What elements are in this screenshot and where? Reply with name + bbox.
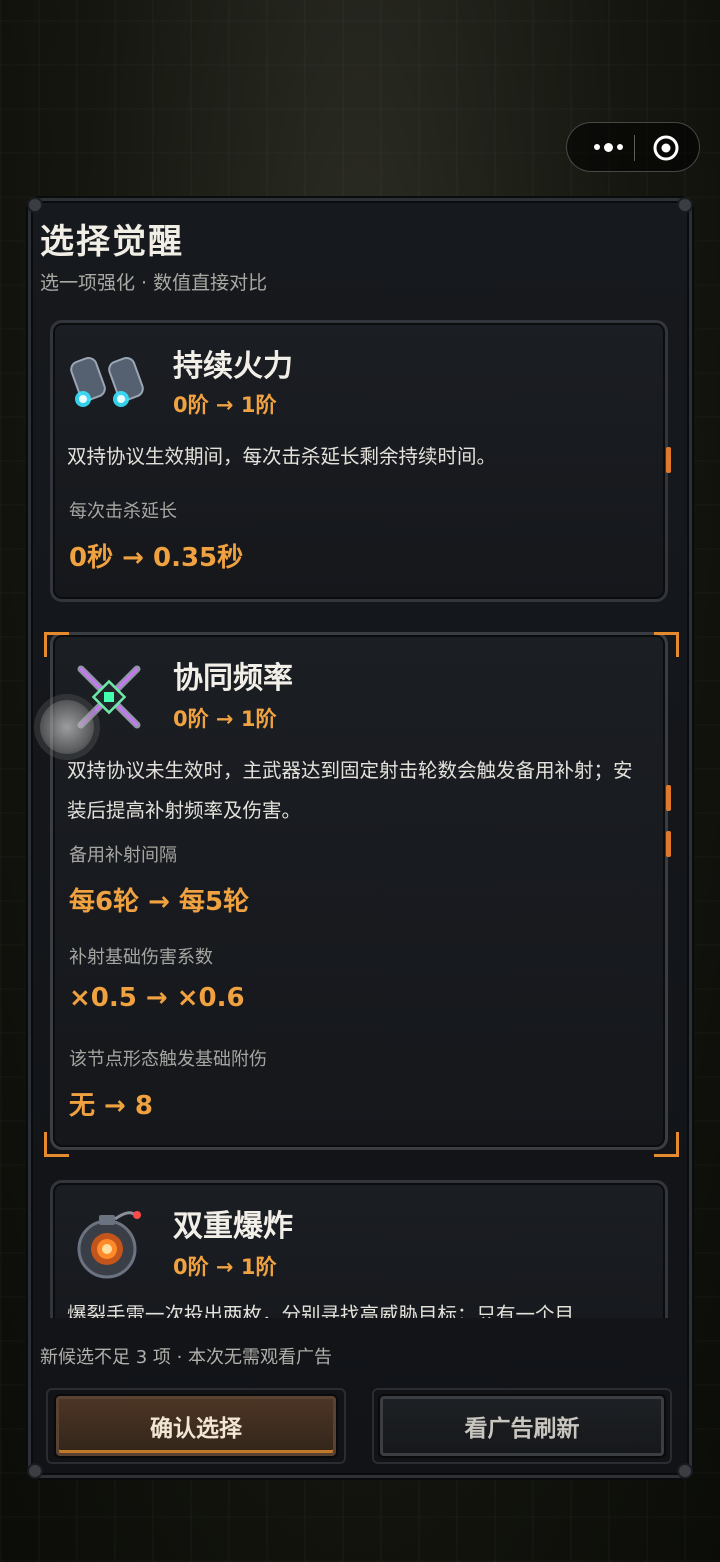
card-level: 0阶 → 1阶 <box>173 707 277 731</box>
stat-value: 无 → 8 <box>69 1091 153 1121</box>
card-edge-light <box>666 831 671 857</box>
card-name: 持续火力 <box>173 349 293 384</box>
page-title: 选择觉醒 <box>40 222 184 262</box>
card-scroll-clip: 双重爆炸 0阶 → 1阶 爆裂手雷一次投出两枚，分别寻找高威胁目标；只有一个目 <box>44 1178 676 1318</box>
stat-label: 每次击杀延长 <box>69 501 177 522</box>
confirm-button[interactable]: 确认选择 <box>56 1396 336 1456</box>
card-description: 双持协议未生效时，主武器达到固定射击轮数会触发备用补射；安装后提高补射频率及伤害… <box>67 759 633 822</box>
stat-value: ×0.5 → ×0.6 <box>69 983 245 1013</box>
card-edge-light <box>666 447 671 473</box>
awakening-card-3[interactable]: 双重爆炸 0阶 → 1阶 爆裂手雷一次投出两枚，分别寻找高威胁目标；只有一个目 <box>50 1180 668 1318</box>
watch-ad-refresh-button[interactable]: 看广告刷新 <box>380 1396 664 1456</box>
stat-label: 该节点形态触发基础附伤 <box>69 1049 267 1070</box>
selection-bracket <box>44 1132 69 1157</box>
candidate-note: 新候选不足 3 项 · 本次无需观看广告 <box>40 1347 333 1368</box>
close-miniprogram-icon[interactable] <box>651 133 681 163</box>
selection-bracket <box>654 632 679 657</box>
stat-label: 补射基础伤害系数 <box>69 947 213 968</box>
page-subtitle: 选一项强化 · 数值直接对比 <box>40 272 268 294</box>
grenade-icon <box>77 1211 141 1279</box>
panel-rivet <box>677 1463 693 1479</box>
card-name: 双重爆炸 <box>173 1209 293 1244</box>
card-name: 协同频率 <box>173 661 293 696</box>
stat-label: 备用补射间隔 <box>69 845 177 866</box>
panel-rivet <box>27 197 43 213</box>
stat-value: 0秒 → 0.35秒 <box>69 543 244 573</box>
card-level: 0阶 → 1阶 <box>173 1255 277 1279</box>
card-description: 爆裂手雷一次投出两枚，分别寻找高威胁目标；只有一个目 <box>67 1303 575 1318</box>
panel-rivet <box>27 1463 43 1479</box>
more-menu-icon[interactable] <box>583 135 633 159</box>
stat-value: 每6轮 → 每5轮 <box>69 887 250 917</box>
card-edge-light <box>666 785 671 811</box>
miniprogram-capsule <box>566 122 700 172</box>
selection-bracket <box>654 1132 679 1157</box>
twin-thrusters-icon <box>70 357 144 407</box>
card-description: 双持协议生效期间，每次击杀延长剩余持续时间。 <box>67 445 497 468</box>
panel-rivet <box>677 197 693 213</box>
capsule-divider <box>634 135 635 161</box>
awakening-card-1[interactable]: 持续火力 0阶 → 1阶 双持协议生效期间，每次击杀延长剩余持续时间。 每次击杀… <box>50 320 671 602</box>
card-level: 0阶 → 1阶 <box>173 393 277 417</box>
awakening-card-2[interactable]: 协同频率 0阶 → 1阶 双持协议未生效时，主武器达到固定射击轮数会触发备用补射… <box>50 632 671 1150</box>
touch-indicator <box>40 700 94 754</box>
selection-bracket <box>44 632 69 657</box>
